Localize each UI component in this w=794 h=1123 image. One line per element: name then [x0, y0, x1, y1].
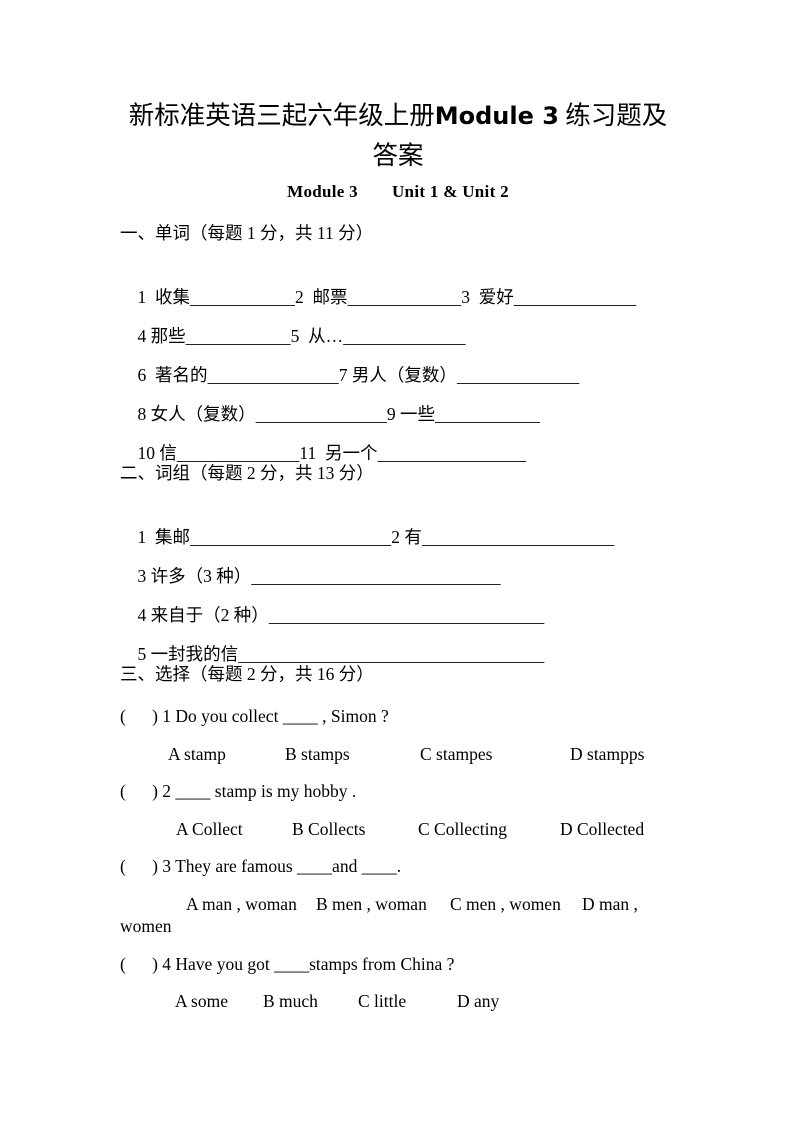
option-b[interactable]: B Collects	[292, 818, 365, 840]
option-a[interactable]: A stamp	[168, 743, 226, 765]
section-2-heading: 二、词组（每题 2 分，共 13 分）	[120, 463, 374, 483]
question-4-options: A some B much C little D any	[120, 990, 680, 1122]
option-d[interactable]: D stampps	[570, 743, 644, 765]
option-a[interactable]: A some	[175, 990, 228, 1012]
question-3-stem[interactable]: ( ) 3 They are famous ____and ____.	[120, 855, 401, 877]
question-1-stem[interactable]: ( ) 1 Do you collect ____ , Simon ?	[120, 705, 389, 727]
option-c[interactable]: C stampes	[420, 743, 492, 765]
answer-blank[interactable]: ___________________________________	[238, 644, 544, 664]
word-item-label: 3 爱好	[461, 287, 514, 307]
option-a[interactable]: A Collect	[176, 818, 243, 840]
page-title-prefix: 新标准英语三起六年级上册	[128, 101, 435, 130]
option-d[interactable]: D Collected	[560, 818, 644, 840]
subtitle-units: Unit 1 & Unit 2	[391, 182, 509, 201]
answer-blank[interactable]: ______________	[177, 443, 300, 463]
word-item-label: 10 信	[137, 443, 177, 463]
answer-blank[interactable]: ______________	[514, 287, 637, 307]
option-c[interactable]: C little	[358, 990, 406, 1012]
page-title-module: Module 3	[434, 102, 559, 130]
option-c[interactable]: C Collecting	[418, 818, 507, 840]
option-b[interactable]: B much	[263, 990, 318, 1012]
question-2-stem[interactable]: ( ) 2 ____ stamp is my hobby .	[120, 780, 356, 802]
page-title: 新标准英语三起六年级上册Module 3 练习题及答案	[118, 96, 678, 176]
section-3-heading: 三、选择（每题 2 分，共 16 分）	[120, 664, 374, 684]
phrase-item-label: 5 一封我的信	[137, 644, 239, 664]
question-4-stem[interactable]: ( ) 4 Have you got ____stamps from China…	[120, 953, 454, 975]
option-a[interactable]: A man , woman	[186, 893, 297, 915]
option-b[interactable]: B men , woman	[316, 893, 427, 915]
answer-blank[interactable]: _________________	[377, 443, 526, 463]
section-1-heading: 一、单词（每题 1 分，共 11 分）	[120, 223, 374, 243]
document-subtitle: Module 3 Unit 1 & Unit 2	[118, 182, 678, 202]
option-d[interactable]: D man ,	[582, 893, 638, 915]
option-d[interactable]: D any	[457, 990, 499, 1012]
option-b[interactable]: B stamps	[285, 743, 350, 765]
subtitle-module: Module 3	[287, 182, 358, 201]
word-item-label: 11 另一个	[299, 443, 378, 463]
option-c[interactable]: C men , women	[450, 893, 561, 915]
document-page: 新标准英语三起六年级上册Module 3 练习题及答案 Module 3 Unit…	[0, 0, 794, 1123]
question-3-options-wrap: women	[120, 916, 172, 936]
